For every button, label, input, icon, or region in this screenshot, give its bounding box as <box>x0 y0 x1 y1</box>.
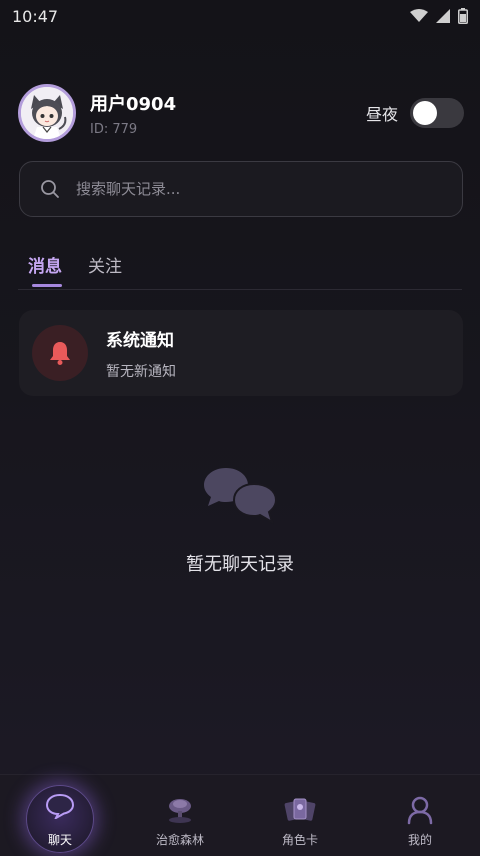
nav-icon-wrap <box>403 793 437 827</box>
user-info: 用户0904 ID: 779 <box>90 90 176 137</box>
chat-icon <box>45 793 75 819</box>
nav-item-healing-forest[interactable]: 治愈森林 <box>120 775 240 856</box>
user-name: 用户0904 <box>90 93 177 115</box>
status-icons <box>410 8 468 24</box>
battery-icon <box>458 8 468 24</box>
tab-bar: 消息 关注 <box>18 246 462 290</box>
profile-header: 用户0904 ID: 779 昼夜 <box>18 82 464 144</box>
status-bar: 10:47 <box>0 0 480 32</box>
toggle-knob <box>413 101 437 125</box>
avatar[interactable] <box>18 84 76 142</box>
search-input[interactable] <box>76 180 416 198</box>
nav-icon-wrap <box>163 793 197 827</box>
cards-icon <box>284 798 316 821</box>
search-bar[interactable] <box>19 161 463 217</box>
empty-state: 暂无聊天记录 <box>0 466 480 576</box>
nav-item-character-cards[interactable]: 角色卡 <box>240 775 360 856</box>
theme-toggle[interactable] <box>410 98 464 128</box>
tab-following[interactable]: 关注 <box>88 252 122 277</box>
bell-icon-circle <box>32 325 88 381</box>
wifi-icon <box>410 9 428 22</box>
system-notification-card[interactable]: 系统通知 暂无新通知 <box>19 310 463 396</box>
notification-title: 系统通知 <box>106 330 174 351</box>
search-icon <box>41 180 59 198</box>
bottom-nav: 聊天 治愈森林 角色卡 我的 <box>0 774 480 856</box>
empty-state-text: 暂无聊天记录 <box>186 554 294 575</box>
avatar-image <box>21 87 73 139</box>
nav-item-mine[interactable]: 我的 <box>360 775 480 856</box>
tree-icon <box>169 799 191 823</box>
notification-subtitle: 暂无新通知 <box>106 363 176 380</box>
nav-item-chat[interactable]: 聊天 <box>0 775 120 856</box>
theme-label: 昼夜 <box>365 105 398 124</box>
bell-icon <box>50 342 70 365</box>
nav-label-mine: 我的 <box>407 833 432 847</box>
signal-icon <box>436 9 450 23</box>
nav-label-character-cards: 角色卡 <box>281 833 318 847</box>
tab-indicator <box>32 284 62 287</box>
nav-icon-wrap <box>43 789 77 823</box>
profile-icon <box>407 796 433 825</box>
theme-toggle-group: 昼夜 <box>366 98 464 128</box>
status-time: 10:47 <box>12 6 59 26</box>
user-id: ID: 779 <box>90 121 138 137</box>
nav-icon-wrap <box>283 793 317 827</box>
tab-messages[interactable]: 消息 <box>28 252 62 277</box>
nav-label-chat: 聊天 <box>47 833 72 847</box>
chat-bubbles-icon <box>204 468 278 525</box>
nav-label-healing-forest: 治愈森林 <box>155 833 204 847</box>
notification-text: 系统通知 暂无新通知 <box>106 326 176 381</box>
